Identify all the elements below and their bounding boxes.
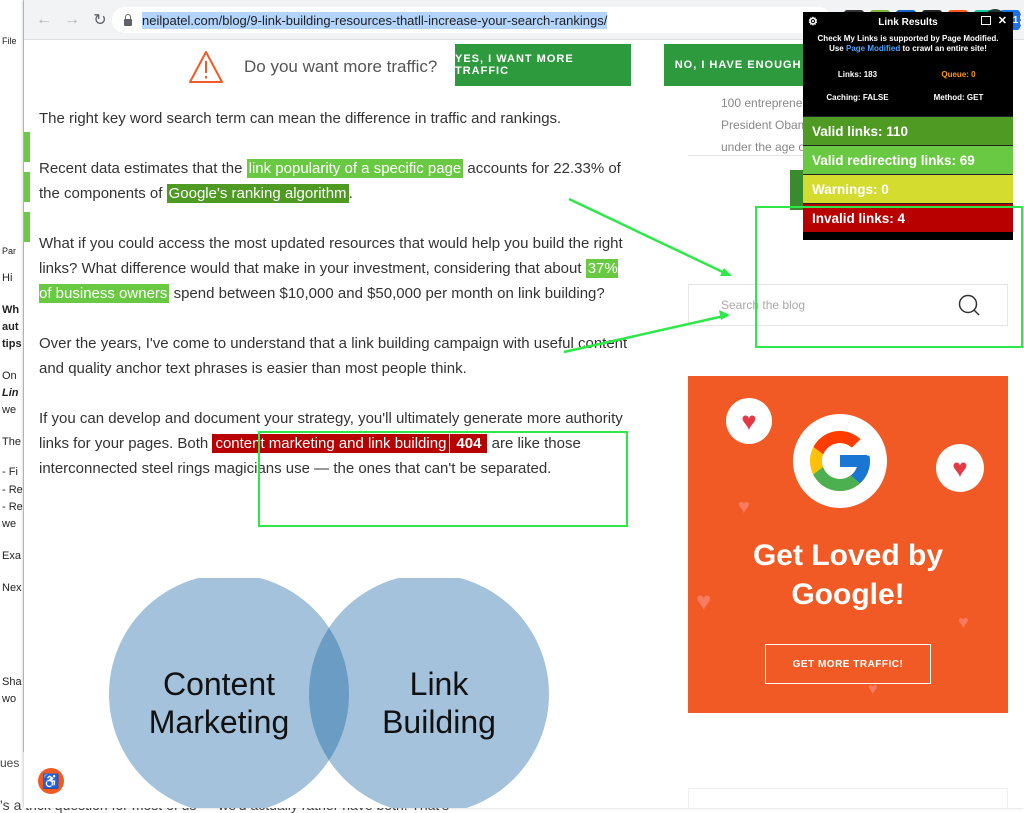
bg-line: Hi bbox=[2, 272, 13, 284]
bg-line: Exa bbox=[2, 550, 21, 562]
bg-line: - Fi bbox=[2, 466, 18, 478]
bg-bottom-question: ues bbox=[0, 756, 20, 770]
bg-line: we bbox=[2, 404, 17, 416]
bg-line: The bbox=[2, 436, 21, 448]
bg-line: Nex bbox=[2, 582, 22, 594]
bg-line: Par bbox=[2, 246, 17, 256]
browser-window: ← → ↻ neilpatel.com/blog/9-link-building… bbox=[24, 0, 1024, 808]
bg-line: Wh bbox=[2, 304, 20, 316]
bg-line: - Re bbox=[2, 501, 23, 513]
annotation-arrow bbox=[568, 197, 728, 276]
bg-line: Sha bbox=[2, 676, 22, 688]
bg-line: wo bbox=[2, 693, 17, 705]
bg-line: On bbox=[2, 370, 17, 382]
bg-line: - Re bbox=[2, 484, 23, 496]
bg-line: aut bbox=[2, 321, 19, 333]
bg-line: Lin bbox=[2, 387, 19, 399]
annotation-arrow bbox=[563, 314, 725, 354]
bg-line: File bbox=[2, 36, 17, 46]
bg-line: tips bbox=[2, 338, 22, 350]
annotation-arrows bbox=[563, 197, 732, 354]
bg-line: we bbox=[2, 518, 17, 530]
background-window: File Par Hi Wh aut tips On Lin we The - … bbox=[0, 0, 24, 813]
